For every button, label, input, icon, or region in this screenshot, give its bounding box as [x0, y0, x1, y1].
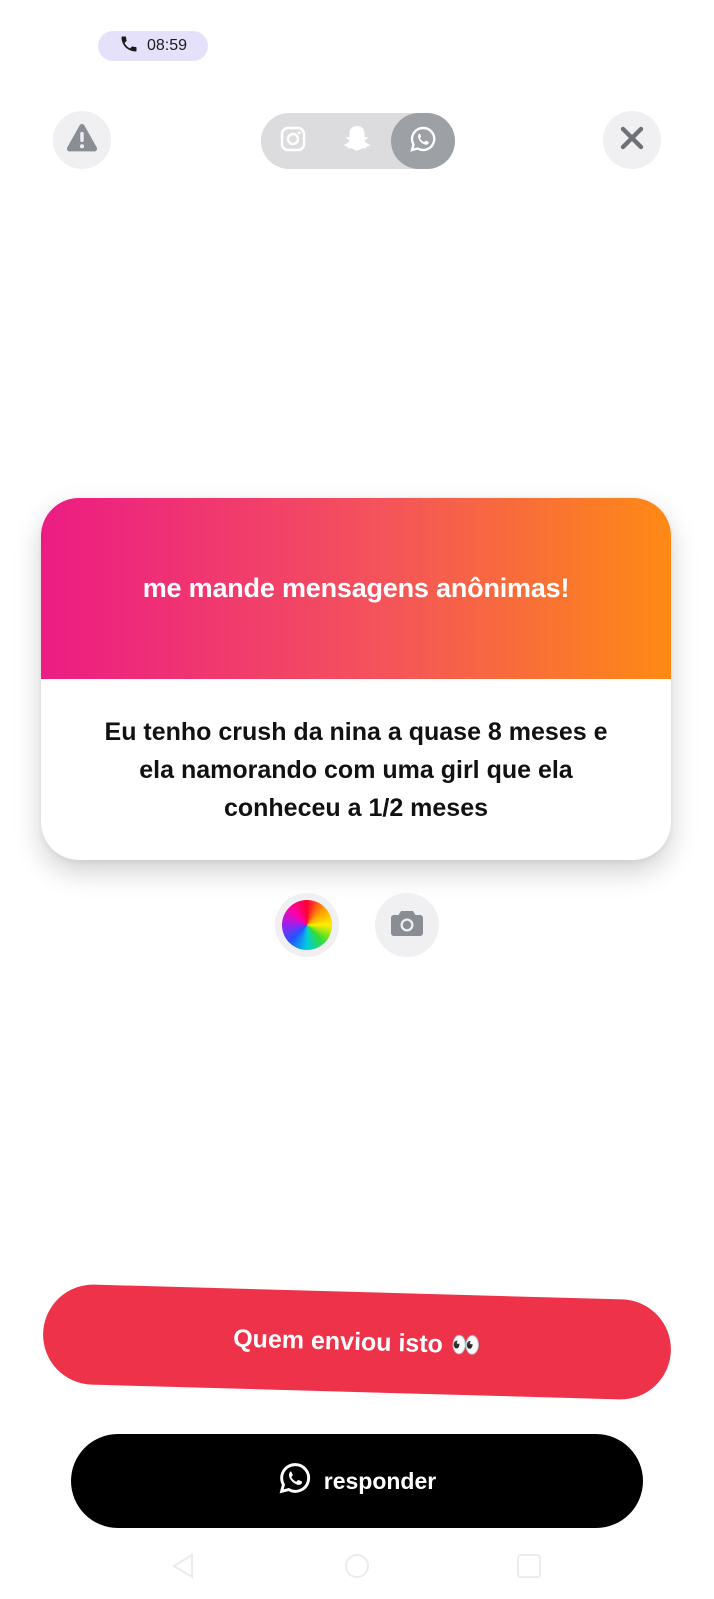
camera-button[interactable]: [375, 893, 439, 957]
platform-instagram[interactable]: [261, 113, 325, 169]
platform-switch: [261, 113, 455, 169]
report-button[interactable]: [53, 111, 111, 169]
whatsapp-icon: [409, 125, 437, 158]
reply-label: responder: [323, 1467, 437, 1494]
camera-icon: [390, 908, 424, 943]
warning-icon: [66, 123, 98, 158]
platform-whatsapp[interactable]: [391, 113, 455, 169]
whatsapp-icon: [278, 1461, 312, 1501]
phone-icon: [119, 34, 139, 59]
who-sent-button[interactable]: Quem enviou isto 👀: [41, 1283, 673, 1401]
card-title: me mande mensagens anônimas!: [142, 573, 570, 603]
platform-snapchat[interactable]: [325, 113, 389, 169]
nav-home-button[interactable]: [344, 1553, 370, 1584]
close-icon: [619, 125, 645, 156]
card-body: Eu tenho crush da nina a quase 8 meses e…: [41, 679, 671, 860]
nav-back-button[interactable]: [170, 1553, 196, 1584]
back-triangle-icon: [170, 1553, 196, 1583]
message-card: me mande mensagens anônimas! Eu tenho cr…: [41, 498, 671, 860]
recent-square-icon: [516, 1554, 542, 1583]
snapchat-icon: [342, 124, 372, 159]
color-wheel-icon: [282, 900, 332, 950]
eyes-emoji: 👀: [450, 1331, 482, 1359]
who-sent-label: Quem enviou isto: [232, 1324, 444, 1358]
ongoing-call-pill[interactable]: 08:59: [98, 31, 208, 61]
reply-button[interactable]: responder: [71, 1434, 643, 1528]
story-preview-screen: 08:59 me mande mensagens anônimas! Eu te…: [0, 0, 714, 1599]
card-header: me mande mensagens anônimas!: [41, 498, 671, 679]
nav-recent-button[interactable]: [516, 1553, 542, 1584]
card-message: Eu tenho crush da nina a quase 8 meses e…: [104, 717, 608, 822]
instagram-icon: [280, 126, 306, 157]
color-picker-button[interactable]: [275, 893, 339, 957]
home-circle-icon: [344, 1554, 370, 1583]
call-time: 08:59: [146, 37, 188, 54]
close-button[interactable]: [603, 111, 661, 169]
